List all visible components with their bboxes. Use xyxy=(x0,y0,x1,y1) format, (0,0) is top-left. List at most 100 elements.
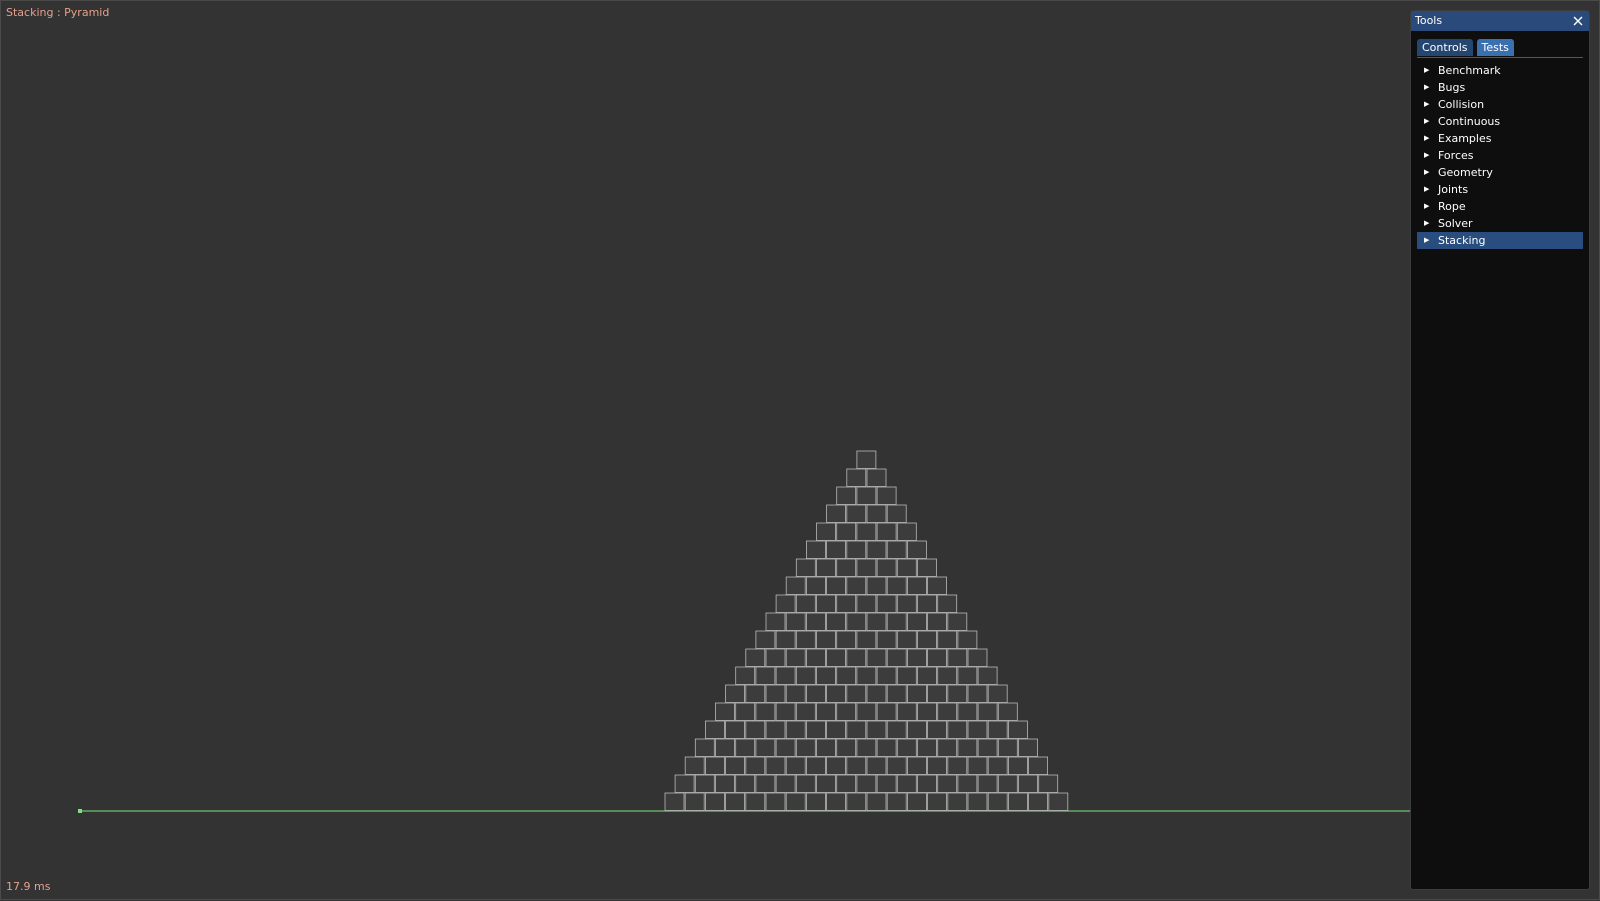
box-body xyxy=(947,720,968,739)
tree-item-forces[interactable]: ▶ Forces xyxy=(1417,147,1583,164)
frame-time-readout: 17.9 ms xyxy=(6,880,51,893)
box-body xyxy=(816,738,836,757)
physics-scene[interactable] xyxy=(1,1,1600,901)
tree-item-label: Rope xyxy=(1438,200,1466,213)
box-body xyxy=(977,702,998,721)
simulation-viewport[interactable]: Stacking : Pyramid 17.9 ms xyxy=(0,0,1600,900)
expand-arrow-icon[interactable]: ▶ xyxy=(1424,164,1429,181)
tree-item-continuous[interactable]: ▶ Continuous xyxy=(1417,113,1583,130)
box-body xyxy=(1008,720,1028,739)
expand-arrow-icon[interactable]: ▶ xyxy=(1424,62,1429,79)
tree-item-label: Benchmark xyxy=(1438,64,1501,77)
tree-item-examples[interactable]: ▶ Examples xyxy=(1417,130,1583,147)
ground-anchor xyxy=(78,809,82,813)
box-body xyxy=(826,720,846,739)
tab-tests[interactable]: Tests xyxy=(1476,39,1514,56)
box-body xyxy=(775,594,796,613)
expand-arrow-icon[interactable]: ▶ xyxy=(1424,79,1429,96)
box-body xyxy=(836,738,857,757)
tab-controls[interactable]: Controls xyxy=(1417,39,1473,56)
box-body xyxy=(775,666,796,685)
tree-item-rope[interactable]: ▶ Rope xyxy=(1417,198,1583,215)
close-icon[interactable] xyxy=(1570,13,1586,29)
box-body xyxy=(876,486,897,505)
box-body xyxy=(785,576,806,595)
tree-item-solver[interactable]: ▶ Solver xyxy=(1417,215,1583,232)
box-body xyxy=(856,594,877,613)
box-body xyxy=(715,738,735,757)
expand-arrow-icon[interactable]: ▶ xyxy=(1424,147,1429,164)
expand-arrow-icon[interactable]: ▶ xyxy=(1424,96,1429,113)
box-body xyxy=(917,630,937,649)
box-body xyxy=(745,720,766,739)
box-body xyxy=(795,558,816,577)
box-body xyxy=(876,666,897,685)
box-body xyxy=(927,648,947,667)
expand-arrow-icon[interactable]: ▶ xyxy=(1424,215,1429,232)
box-body xyxy=(866,540,887,559)
box-body xyxy=(1018,774,1038,793)
box-body xyxy=(886,720,907,739)
box-body xyxy=(795,702,816,721)
box-body xyxy=(1028,792,1048,811)
box-body xyxy=(947,612,968,631)
box-body xyxy=(917,594,937,613)
box-body xyxy=(775,630,796,649)
box-body xyxy=(927,792,947,811)
tree-item-joints[interactable]: ▶ Joints xyxy=(1417,181,1583,198)
box-body xyxy=(836,594,857,613)
expand-arrow-icon[interactable]: ▶ xyxy=(1424,181,1429,198)
box-body xyxy=(907,540,927,559)
box-body xyxy=(775,702,796,721)
expand-arrow-icon[interactable]: ▶ xyxy=(1424,113,1429,130)
box-body xyxy=(846,504,867,523)
box-body xyxy=(907,612,927,631)
box-body xyxy=(957,738,978,757)
tree-item-benchmark[interactable]: ▶ Benchmark xyxy=(1417,62,1583,79)
box-body xyxy=(725,684,745,703)
box-body xyxy=(896,522,917,541)
box-body xyxy=(866,504,887,523)
box-body xyxy=(836,702,857,721)
tools-panel[interactable]: Tools Controls Tests ▶ Benchmark ▶ Bugs ▶ C… xyxy=(1410,10,1590,890)
box-body xyxy=(886,648,907,667)
box-body xyxy=(927,684,947,703)
box-body xyxy=(937,594,958,613)
box-body xyxy=(977,738,998,757)
box-body xyxy=(876,522,897,541)
box-body xyxy=(785,684,806,703)
box-body xyxy=(947,792,968,811)
box-body xyxy=(917,702,937,721)
box-body xyxy=(846,648,867,667)
box-body xyxy=(1008,756,1028,775)
tools-titlebar[interactable]: Tools xyxy=(1411,11,1589,31)
box-body xyxy=(957,666,978,685)
box-body xyxy=(735,702,756,721)
box-body xyxy=(937,774,958,793)
box-body xyxy=(997,774,1018,793)
box-body xyxy=(927,612,947,631)
box-body xyxy=(745,792,766,811)
box-body xyxy=(806,612,826,631)
box-body xyxy=(836,486,857,505)
expand-arrow-icon[interactable]: ▶ xyxy=(1424,232,1429,249)
box-body xyxy=(856,486,877,505)
box-body xyxy=(836,522,857,541)
tree-item-bugs[interactable]: ▶ Bugs xyxy=(1417,79,1583,96)
expand-arrow-icon[interactable]: ▶ xyxy=(1424,130,1429,147)
tree-item-geometry[interactable]: ▶ Geometry xyxy=(1417,164,1583,181)
box-body xyxy=(896,558,917,577)
tree-item-collision[interactable]: ▶ Collision xyxy=(1417,96,1583,113)
box-body xyxy=(705,756,725,775)
box-body xyxy=(907,576,927,595)
box-body xyxy=(917,774,937,793)
expand-arrow-icon[interactable]: ▶ xyxy=(1424,198,1429,215)
box-body xyxy=(866,468,887,487)
box-body xyxy=(745,684,766,703)
tree-item-label: Geometry xyxy=(1438,166,1493,179)
box-body xyxy=(836,666,857,685)
box-body xyxy=(694,738,715,757)
box-body xyxy=(785,792,806,811)
box-body xyxy=(826,504,846,523)
tree-item-stacking[interactable]: ▶ Stacking xyxy=(1417,232,1583,249)
